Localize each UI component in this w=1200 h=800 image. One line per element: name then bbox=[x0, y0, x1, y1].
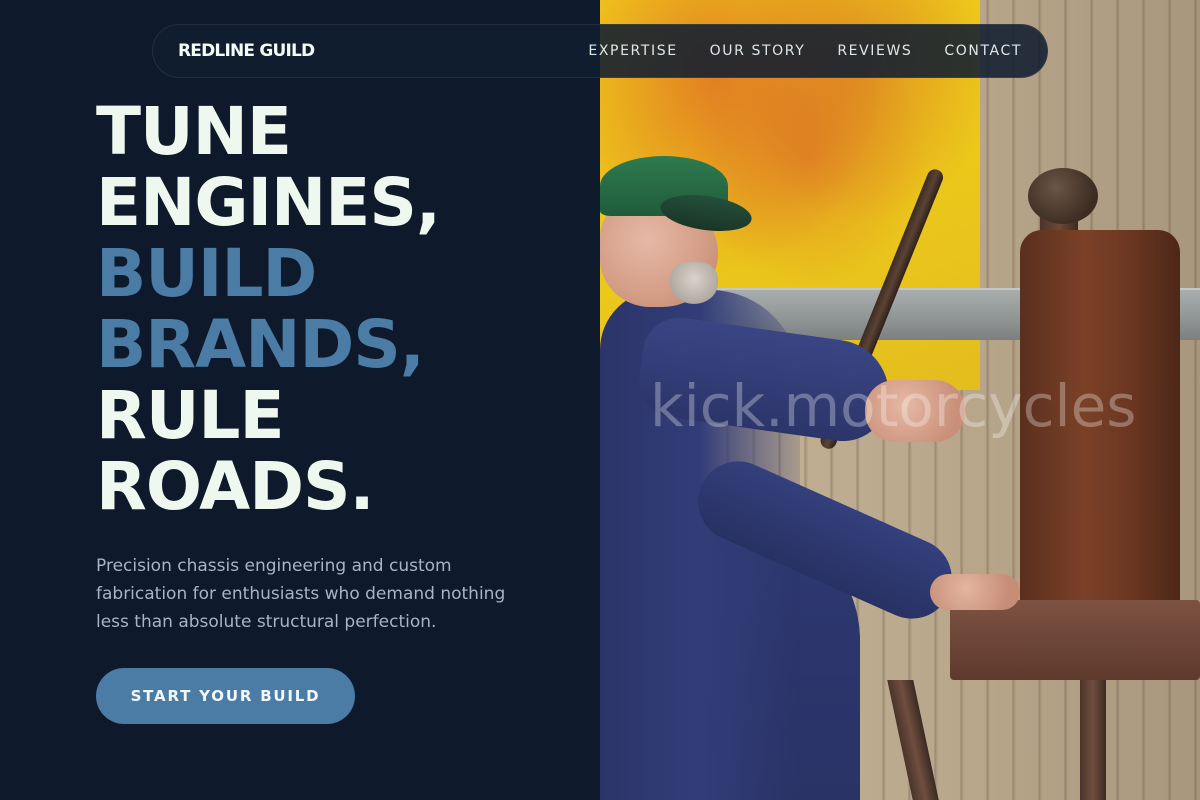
brand-logo[interactable]: REDLINE GUILD bbox=[178, 41, 315, 61]
hero-subtitle: Precision chassis engineering and custom… bbox=[96, 556, 506, 632]
nav-link-reviews[interactable]: REVIEWS bbox=[837, 43, 912, 59]
photo-watermark: kick.motorcycles bbox=[650, 372, 1137, 440]
worker-hand bbox=[930, 574, 1020, 610]
hero-line: TUNE bbox=[96, 93, 292, 170]
nav-link-expertise[interactable]: EXPERTISE bbox=[588, 43, 677, 59]
nav-link-our-story[interactable]: OUR STORY bbox=[710, 43, 806, 59]
nav-link-contact[interactable]: CONTACT bbox=[944, 43, 1022, 59]
press-knob bbox=[1028, 168, 1098, 224]
hero-line: ROADS. bbox=[96, 448, 375, 525]
start-build-button[interactable]: START YOUR BUILD bbox=[96, 668, 355, 724]
hero-line: RULE bbox=[96, 377, 285, 454]
worker-beard bbox=[670, 262, 718, 304]
main-navbar: REDLINE GUILD EXPERTISE OUR STORY REVIEW… bbox=[152, 24, 1048, 78]
hero-line-accent: BUILD bbox=[96, 235, 317, 312]
hero-line: ENGINES, bbox=[96, 164, 441, 241]
press-body bbox=[1020, 230, 1180, 660]
nav-links: EXPERTISE OUR STORY REVIEWS CONTACT bbox=[588, 43, 1022, 59]
stand-leg bbox=[1080, 680, 1106, 800]
press-table bbox=[950, 600, 1200, 680]
hero-title: TUNE ENGINES, BUILD BRANDS, RULE ROADS. bbox=[96, 96, 596, 522]
hero-line-accent: BRANDS, bbox=[96, 306, 425, 383]
